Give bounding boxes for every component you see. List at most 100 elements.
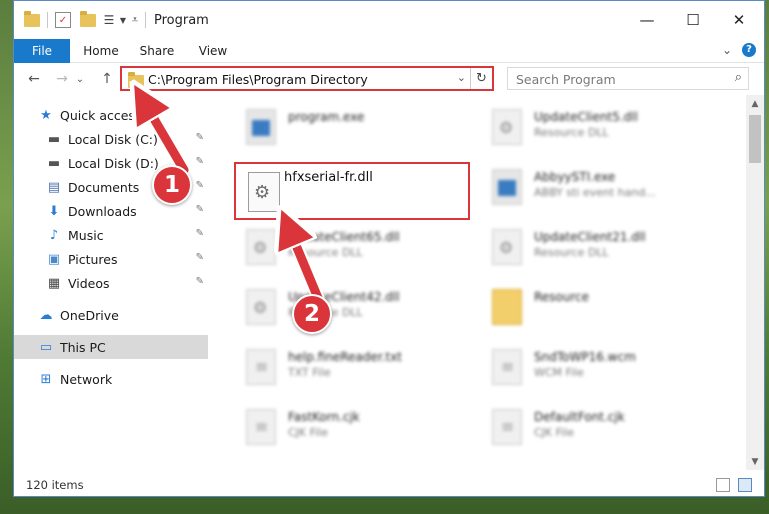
status-bar: 120 items bbox=[14, 473, 764, 496]
file-item[interactable]: DefaultFont.cjk CJK File bbox=[480, 401, 720, 453]
tab-view[interactable]: View bbox=[190, 39, 236, 63]
dll-file-icon bbox=[248, 172, 280, 212]
file-item[interactable]: AbbyySTI.exe ABBY sti event hand... bbox=[480, 161, 720, 213]
file-item[interactable]: UpdateClient21.dll Resource DLL bbox=[480, 221, 720, 273]
file-type: TXT File bbox=[288, 366, 331, 379]
pin-icon[interactable]: ✎ bbox=[196, 252, 204, 263]
tab-share[interactable]: Share bbox=[134, 39, 180, 63]
file-item[interactable]: help.fineReader.txt TXT File bbox=[234, 341, 474, 393]
pin-icon[interactable]: ✎ bbox=[196, 228, 204, 239]
up-button[interactable]: ↑ bbox=[96, 69, 118, 89]
search-icon[interactable]: ⌕ bbox=[735, 70, 742, 85]
toolbar-overflow-icon[interactable]: ⩡ bbox=[130, 12, 140, 28]
tab-home[interactable]: Home bbox=[78, 39, 124, 63]
address-bar[interactable]: C:\Program Files\Program Directory ⌄ ↻ bbox=[120, 66, 494, 91]
file-name: help.fineReader.txt bbox=[288, 350, 402, 364]
file-item[interactable]: UpdateClient42.dllResource DLL bbox=[234, 281, 474, 333]
sidebar-item-icon: ▦ bbox=[47, 275, 61, 291]
sidebar-item-label: Downloads bbox=[68, 203, 137, 219]
sidebar-item-icon: ★ bbox=[40, 107, 52, 123]
explorer-window: ✓ ☰ ▼ ⩡ Program — ☐ ✕ File Home Share Vi… bbox=[13, 0, 765, 497]
file-item[interactable]: program.exe bbox=[234, 101, 474, 153]
window-title: Program bbox=[154, 13, 209, 28]
customize-toolbar-icon[interactable]: ☰ bbox=[101, 12, 117, 28]
scrollbar-thumb[interactable] bbox=[749, 115, 761, 163]
scroll-down-icon[interactable]: ▼ bbox=[746, 453, 764, 470]
title-separator bbox=[145, 12, 146, 28]
details-view-button[interactable] bbox=[716, 478, 730, 492]
pin-icon[interactable]: ✎ bbox=[196, 156, 204, 167]
address-folder-icon bbox=[128, 72, 144, 88]
sidebar-item-onedrive[interactable]: ☁ OneDrive bbox=[14, 303, 208, 327]
pin-icon[interactable]: ✎ bbox=[196, 204, 204, 215]
sidebar-item-network[interactable]: ⊞ Network bbox=[14, 367, 208, 391]
txt-file-icon bbox=[246, 349, 276, 385]
highlighted-file-name: hfxserial-fr.dll bbox=[284, 170, 373, 185]
search-placeholder[interactable]: Search Program bbox=[516, 72, 616, 87]
file-name: UpdateClient21.dll bbox=[534, 230, 646, 244]
refresh-button[interactable]: ↻ bbox=[470, 68, 492, 89]
sidebar-item-this-pc[interactable]: ▭ This PC bbox=[14, 335, 208, 359]
file-item[interactable]: UpdateClient65.dll Resource DLL bbox=[234, 221, 474, 273]
quick-access-dropdown-icon[interactable]: ▼ bbox=[118, 12, 128, 28]
sidebar-item-label: Network bbox=[60, 371, 113, 387]
file-item[interactable]: FastKorn.cjk CJK File bbox=[234, 401, 474, 453]
file-type: CJK File bbox=[534, 426, 575, 439]
sidebar-item-local-disk-c[interactable]: ▬ Local Disk (C:) ✎ bbox=[14, 127, 208, 151]
address-path[interactable]: C:\Program Files\Program Directory bbox=[148, 72, 368, 87]
sidebar-item-icon: ▭ bbox=[39, 339, 53, 355]
sidebar-item-icon: ▤ bbox=[47, 179, 61, 195]
vertical-scrollbar[interactable]: ▲ ▼ bbox=[746, 95, 764, 470]
search-box[interactable]: Search Program ⌕ bbox=[507, 67, 749, 90]
address-row: ← → ⌄ ↑ C:\Program Files\Program Directo… bbox=[14, 63, 764, 95]
help-icon[interactable]: ? bbox=[742, 43, 756, 57]
gear-file-icon bbox=[246, 289, 276, 325]
file-name: DefaultFont.cjk bbox=[534, 410, 625, 424]
ribbon-tabs: File Home Share View ⌄ ? bbox=[14, 39, 764, 91]
file-name: FastKorn.cjk bbox=[288, 410, 360, 424]
pin-icon[interactable]: ✎ bbox=[196, 132, 204, 143]
sidebar-item-label: Quick access bbox=[60, 107, 142, 123]
close-button[interactable]: ✕ bbox=[716, 1, 762, 39]
forward-button[interactable]: → bbox=[51, 69, 73, 89]
sidebar-item-icon: ☁ bbox=[39, 307, 53, 323]
txt-file-icon bbox=[246, 409, 276, 445]
file-name: AbbyySTI.exe bbox=[534, 170, 616, 184]
new-folder-icon[interactable] bbox=[80, 10, 96, 28]
back-button[interactable]: ← bbox=[23, 69, 45, 89]
quick-access-separator bbox=[47, 12, 48, 28]
file-item[interactable]: SndToWP16.wcm WCM File bbox=[480, 341, 720, 393]
address-dropdown-icon[interactable]: ⌄ bbox=[457, 71, 466, 84]
sidebar-item-label: Music bbox=[68, 227, 104, 243]
highlighted-file[interactable]: hfxserial-fr.dll bbox=[234, 162, 470, 220]
sidebar-item-music[interactable]: ♪ Music ✎ bbox=[14, 223, 208, 247]
sidebar-item-label: OneDrive bbox=[60, 307, 119, 323]
callout-badge-1: 1 bbox=[152, 165, 192, 205]
exe-file-icon bbox=[246, 109, 276, 145]
file-name: Resource bbox=[534, 290, 590, 304]
pin-icon[interactable]: ✎ bbox=[196, 180, 204, 191]
maximize-button[interactable]: ☐ bbox=[670, 1, 716, 39]
sidebar-item-videos[interactable]: ▦ Videos ✎ bbox=[14, 271, 208, 295]
large-icons-view-button[interactable] bbox=[738, 478, 752, 492]
recent-locations-button[interactable]: ⌄ bbox=[74, 69, 86, 89]
expand-ribbon-icon[interactable]: ⌄ bbox=[722, 43, 732, 57]
sidebar-item-icon: ⬇ bbox=[48, 203, 60, 219]
file-item[interactable]: UpdateClient5.dll Resource DLL bbox=[480, 101, 720, 153]
navigation-pane: ★ Quick access ▬ Local Disk (C:) ✎ ▬ Local Dis… bbox=[14, 95, 208, 470]
file-item[interactable]: Resource bbox=[480, 281, 720, 333]
txt-file-icon bbox=[492, 349, 522, 385]
folder-file-icon bbox=[492, 289, 522, 325]
pin-icon[interactable]: ✎ bbox=[196, 276, 204, 287]
file-type: Resource DLL bbox=[288, 246, 363, 259]
properties-icon[interactable]: ✓ bbox=[55, 12, 71, 28]
gear-file-icon bbox=[492, 229, 522, 265]
file-type: Resource DLL bbox=[534, 246, 609, 259]
minimize-button[interactable]: — bbox=[624, 1, 670, 39]
file-name: UpdateClient5.dll bbox=[534, 110, 638, 124]
sidebar-item-quick-access[interactable]: ★ Quick access bbox=[14, 103, 208, 127]
scroll-up-icon[interactable]: ▲ bbox=[746, 95, 764, 112]
sidebar-item-pictures[interactable]: ▣ Pictures ✎ bbox=[14, 247, 208, 271]
sidebar-item-icon: ▬ bbox=[47, 131, 61, 147]
sidebar-item-icon: ⊞ bbox=[40, 371, 52, 387]
